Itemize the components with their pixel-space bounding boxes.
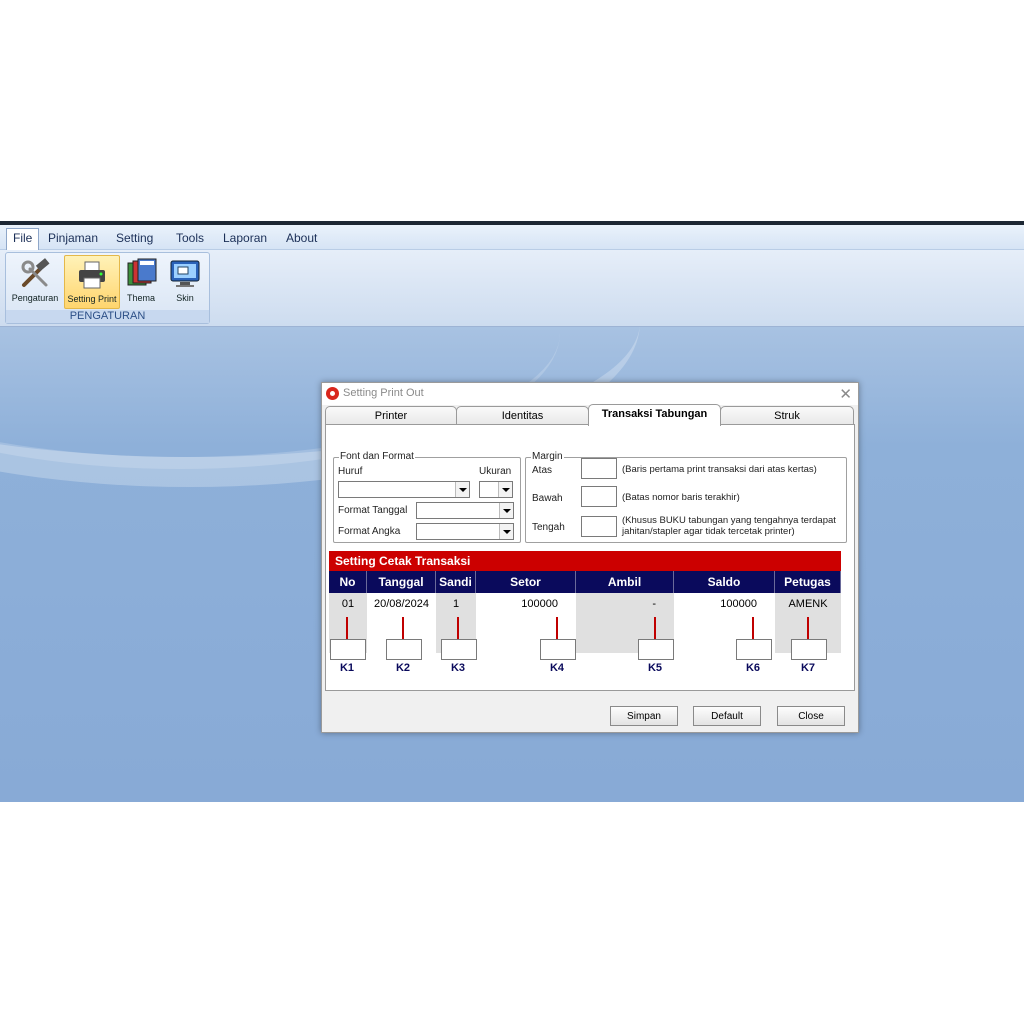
header-tanggal: Tanggal [367, 571, 436, 593]
menu-setting[interactable]: Setting [110, 229, 159, 247]
k1-label: K1 [339, 662, 355, 674]
marker-line-k1 [346, 617, 348, 639]
tab-identitas[interactable]: Identitas [456, 406, 589, 425]
marker-line-k4 [556, 617, 558, 639]
marker-line-k6 [752, 617, 754, 639]
format-angka-label: Format Angka [338, 526, 401, 537]
k4-input[interactable] [540, 639, 576, 660]
k3-input[interactable] [441, 639, 477, 660]
k4-label: K4 [549, 662, 565, 674]
ribbon-group-label: PENGATURAN [6, 310, 209, 323]
atas-input[interactable] [581, 458, 617, 479]
bawah-label: Bawah [532, 493, 563, 504]
printer-icon [79, 261, 105, 289]
atas-label: Atas [532, 465, 553, 476]
app-icon [326, 387, 339, 400]
header-ambil: Ambil [576, 571, 674, 593]
marker-line-k7 [807, 617, 809, 639]
format-angka-combo[interactable] [416, 523, 514, 540]
k2-label: K2 [395, 662, 411, 674]
tab-transaksi-tabungan[interactable]: Transaksi Tabungan [588, 404, 721, 426]
dialog-titlebar: Setting Print Out ✕ [322, 383, 858, 405]
menu-pinjaman[interactable]: Pinjaman [42, 229, 104, 247]
simpan-button[interactable]: Simpan [610, 706, 678, 726]
font-format-group: Font dan Format Huruf Ukuran Format Tang… [333, 451, 521, 543]
ukuran-combo[interactable] [479, 481, 513, 498]
setting-print-dialog: Setting Print Out ✕ Printer Identitas Tr… [321, 382, 859, 733]
header-sandi: Sandi [436, 571, 476, 593]
k6-input[interactable] [736, 639, 772, 660]
margin-group: Margin Atas (Baris pertama print transak… [525, 451, 847, 543]
pengaturan-label: Pengaturan [11, 293, 59, 303]
setting-print-button[interactable]: Setting Print [64, 255, 120, 309]
ukuran-label: Ukuran [479, 466, 512, 477]
k5-label: K5 [647, 662, 663, 674]
skin-button[interactable]: Skin [164, 255, 206, 307]
tab-printer[interactable]: Printer [325, 406, 457, 425]
skin-label: Skin [176, 293, 194, 303]
chevron-down-icon[interactable] [499, 524, 513, 539]
tengah-desc-2: jahitan/stapler agar tidak tercetak prin… [622, 526, 795, 537]
k6-label: K6 [745, 662, 761, 674]
theme-icon [127, 258, 157, 286]
marker-line-k5 [654, 617, 656, 639]
huruf-combo[interactable] [338, 481, 470, 498]
menu-about[interactable]: About [280, 229, 323, 247]
header-setor: Setor [476, 571, 576, 593]
setting-cetak-panel: Setting Cetak Transaksi No Tanggal Sandi… [329, 551, 844, 685]
font-format-legend: Font dan Format [339, 451, 415, 462]
marker-line-k3 [457, 617, 459, 639]
k7-label: K7 [800, 662, 816, 674]
chevron-down-icon[interactable] [499, 503, 513, 518]
setting-print-label: Setting Print [67, 294, 117, 304]
bawah-desc: (Batas nomor baris terakhir) [622, 492, 740, 503]
tengah-input[interactable] [581, 516, 617, 537]
grid-title: Setting Cetak Transaksi [329, 551, 841, 571]
chevron-down-icon[interactable] [498, 482, 512, 497]
bawah-input[interactable] [581, 486, 617, 507]
menu-laporan[interactable]: Laporan [217, 229, 273, 247]
marker-line-k2 [402, 617, 404, 639]
tengah-desc-1: (Khusus BUKU tabungan yang tengahnya ter… [622, 515, 836, 526]
chevron-down-icon[interactable] [455, 482, 469, 497]
atas-desc: (Baris pertama print transaksi dari atas… [622, 464, 817, 475]
thema-label: Thema [126, 293, 155, 303]
format-tanggal-combo[interactable] [416, 502, 514, 519]
k2-input[interactable] [386, 639, 422, 660]
ribbon: Pengaturan Setting Print Thema Skin PENG… [0, 250, 1024, 327]
menu-file[interactable]: File [6, 228, 40, 250]
menu-tools[interactable]: Tools [170, 229, 210, 247]
pengaturan-button[interactable]: Pengaturan [8, 255, 62, 307]
header-no: No [329, 571, 367, 593]
k7-input[interactable] [791, 639, 827, 660]
tab-struk[interactable]: Struk [720, 406, 854, 425]
dialog-title: Setting Print Out [343, 387, 424, 399]
margin-legend: Margin [531, 451, 564, 462]
k1-input[interactable] [330, 639, 366, 660]
tools-icon [21, 258, 50, 287]
close-button[interactable]: Close [777, 706, 845, 726]
ribbon-group-pengaturan: Pengaturan Setting Print Thema Skin PENG… [5, 252, 210, 324]
default-button[interactable]: Default [693, 706, 761, 726]
skin-icon [170, 260, 200, 287]
header-petugas: Petugas [775, 571, 841, 593]
tengah-label: Tengah [532, 522, 565, 533]
menu-bar: File Pinjaman Setting Tools Laporan Abou… [0, 225, 1024, 250]
k5-input[interactable] [638, 639, 674, 660]
thema-button[interactable]: Thema [120, 255, 162, 307]
tab-page-transaksi: Font dan Format Huruf Ukuran Format Tang… [325, 424, 855, 691]
header-saldo: Saldo [674, 571, 775, 593]
format-tanggal-label: Format Tanggal [338, 505, 408, 516]
huruf-label: Huruf [338, 466, 363, 477]
k3-label: K3 [450, 662, 466, 674]
close-icon[interactable]: ✕ [839, 385, 852, 403]
